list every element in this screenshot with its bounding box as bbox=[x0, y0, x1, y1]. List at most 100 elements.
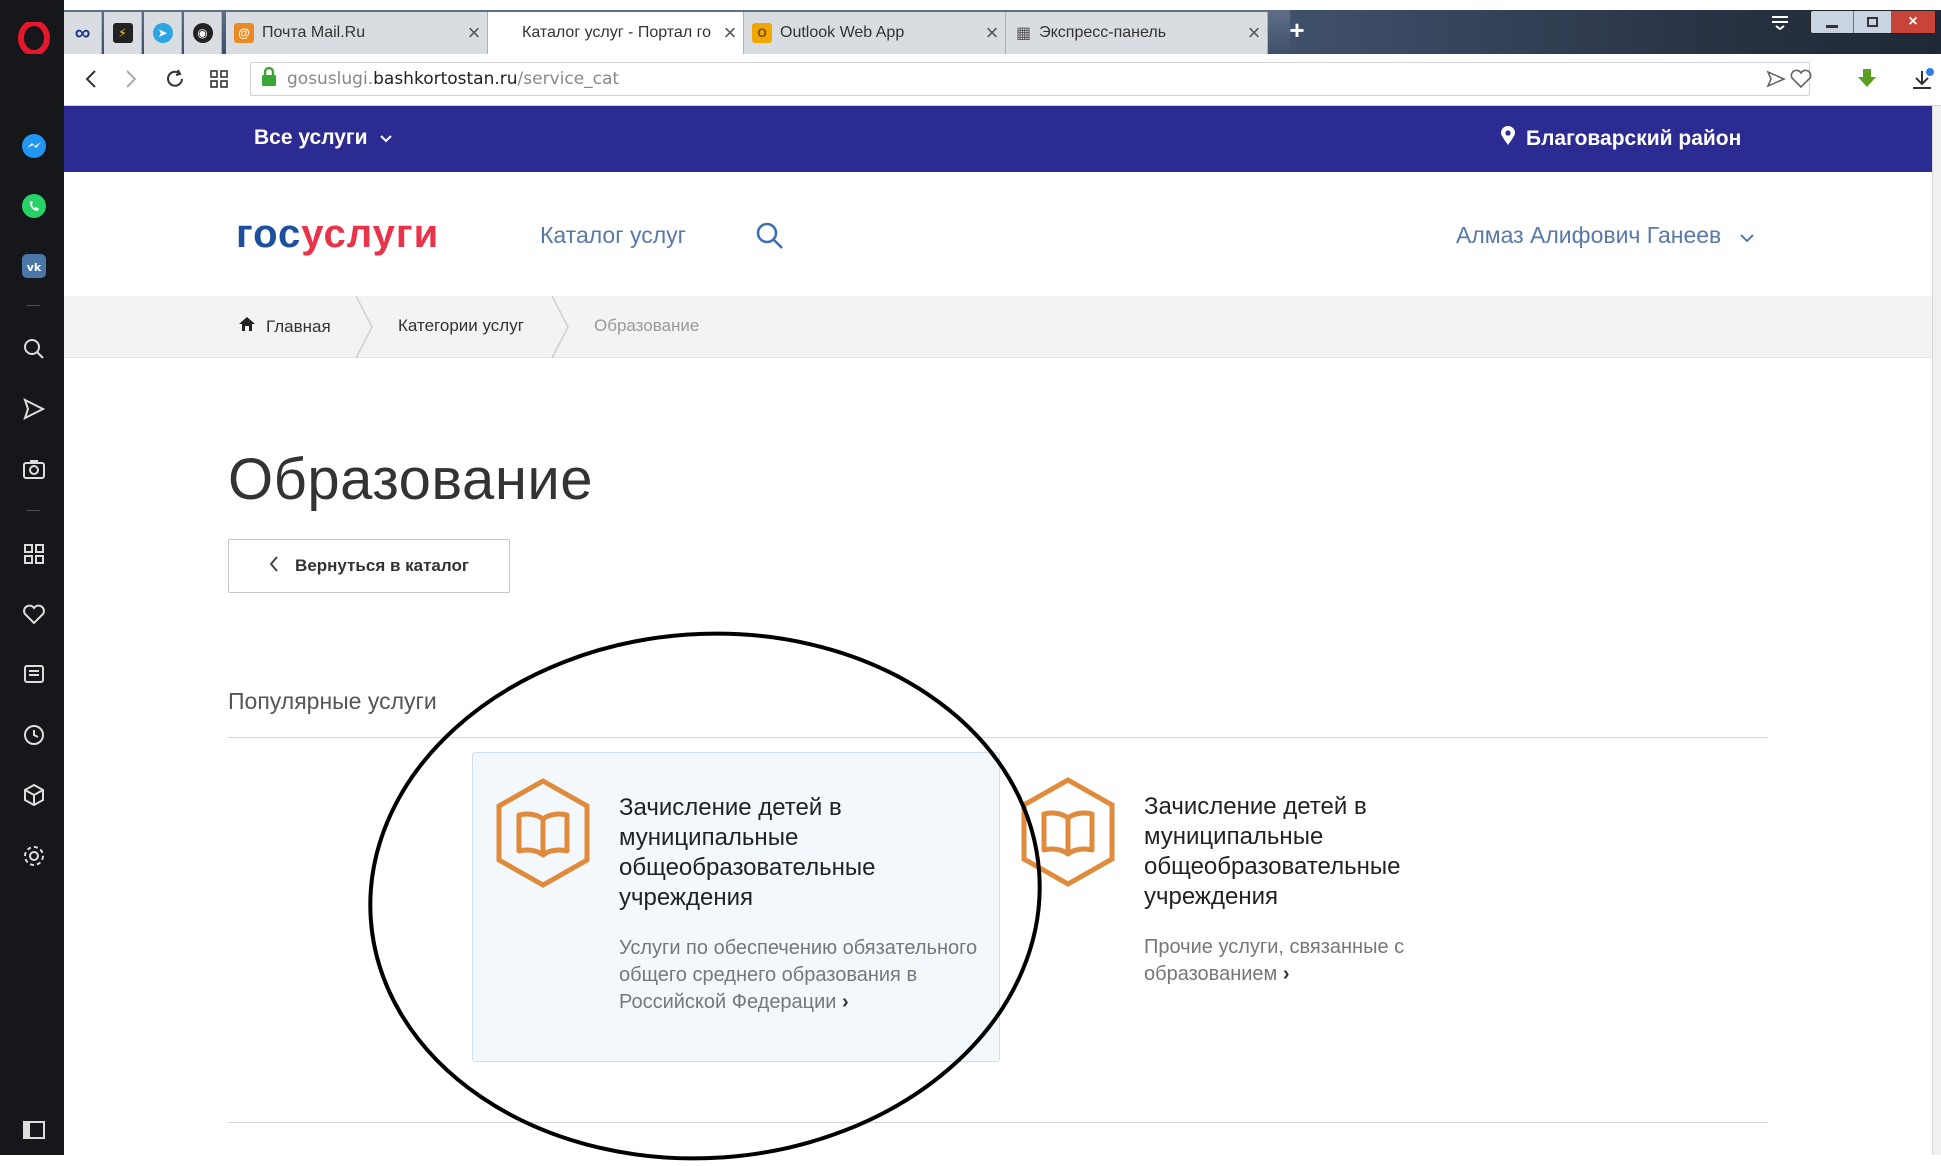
logo-gos: гос bbox=[236, 212, 302, 256]
svg-text:vk: vk bbox=[27, 261, 42, 274]
page-scrollbar[interactable] bbox=[1932, 106, 1941, 1155]
speed-dial-sidebar-icon[interactable] bbox=[20, 540, 48, 568]
top-strip: Все услуги Благоварский район bbox=[64, 106, 1932, 172]
restore-icon[interactable] bbox=[1853, 11, 1891, 33]
reload-icon[interactable] bbox=[162, 66, 188, 92]
page-title: Образование bbox=[228, 447, 593, 512]
tab-title: Почта Mail.Ru bbox=[262, 24, 366, 41]
chevron-left-icon bbox=[269, 555, 279, 578]
search-icon[interactable] bbox=[754, 220, 786, 252]
extensions-cube-icon[interactable] bbox=[20, 781, 48, 809]
heart-bookmarks-icon[interactable] bbox=[20, 600, 48, 628]
close-icon[interactable]: × bbox=[979, 22, 1005, 44]
all-services-menu[interactable]: Все услуги bbox=[254, 126, 393, 150]
url-field[interactable]: gosuslugi.bashkortostan.ru/service_cat bbox=[250, 62, 1810, 96]
user-menu[interactable]: Алмаз Алифович Ганеев bbox=[1456, 222, 1755, 249]
service-card[interactable]: Зачисление детей в муниципальные общеобр… bbox=[472, 752, 1000, 1062]
vpn-download-icon[interactable] bbox=[1856, 67, 1878, 96]
tab-mail-ru[interactable]: @ Почта Mail.Ru × bbox=[226, 12, 488, 54]
downloads-icon[interactable] bbox=[1910, 68, 1934, 97]
mail-ru-icon: @ bbox=[234, 23, 254, 43]
new-tab-plus-icon[interactable]: + bbox=[1283, 16, 1311, 44]
divider bbox=[228, 737, 1768, 738]
lightning-icon: ⚡ bbox=[112, 23, 133, 43]
address-bar: gosuslugi.bashkortostan.ru/service_cat bbox=[64, 54, 1941, 106]
bookmark-heart-icon[interactable] bbox=[1790, 69, 1812, 94]
service-card-description[interactable]: Прочие услуги, связанные с образованием … bbox=[1144, 934, 1504, 988]
record-circle-icon: ◉ bbox=[192, 23, 213, 43]
breadcrumb-separator bbox=[550, 295, 570, 359]
service-card-title[interactable]: Зачисление детей в муниципальные общеобр… bbox=[619, 793, 959, 913]
back-to-catalog-label: Вернуться в каталог bbox=[295, 556, 469, 575]
close-icon[interactable]: × bbox=[461, 22, 487, 44]
breadcrumb-categories[interactable]: Категории услуг bbox=[398, 316, 524, 336]
service-card-title[interactable]: Зачисление детей в муниципальные общеобр… bbox=[1144, 792, 1484, 912]
opera-logo-icon[interactable] bbox=[18, 20, 50, 56]
tab-express-panel[interactable]: ▦ Экспресс-панель × bbox=[1006, 12, 1268, 54]
close-icon[interactable]: × bbox=[717, 22, 743, 44]
sidebar-toggle-icon[interactable] bbox=[20, 1116, 48, 1144]
tab-title: Экспресс-панель bbox=[1039, 24, 1167, 41]
gosuslugi-logo[interactable]: госуслуги bbox=[236, 212, 439, 257]
close-window-icon[interactable]: × bbox=[1891, 11, 1935, 33]
region-label: Благоварский район bbox=[1526, 127, 1742, 150]
back-to-catalog-button[interactable]: Вернуться в каталог bbox=[228, 539, 510, 593]
all-services-label: Все услуги bbox=[254, 126, 368, 149]
settings-gear-icon[interactable] bbox=[20, 842, 48, 870]
user-name: Алмаз Алифович Ганеев bbox=[1456, 222, 1722, 248]
tab-title: Outlook Web App bbox=[780, 24, 905, 41]
chevron-right-icon: › bbox=[842, 991, 849, 1013]
pinned-tab-ok[interactable]: ◉ bbox=[184, 12, 222, 54]
breadcrumb-separator bbox=[354, 295, 374, 359]
minimize-icon[interactable] bbox=[1811, 11, 1853, 33]
pinned-tab-telegram[interactable]: ➤ bbox=[144, 12, 182, 54]
tab-catalog[interactable]: Каталог услуг - Портал го × bbox=[488, 12, 744, 54]
site-header: госуслуги Каталог услуг Алмаз Алифович Г… bbox=[64, 172, 1932, 296]
web-page: Все услуги Благоварский район госуслуги … bbox=[64, 106, 1932, 1155]
close-icon[interactable]: × bbox=[1241, 22, 1267, 44]
popular-services-heading: Популярные услуги bbox=[228, 688, 437, 714]
telegram-icon: ➤ bbox=[152, 23, 173, 43]
tab-outlook[interactable]: O Outlook Web App × bbox=[744, 12, 1006, 54]
back-nav-icon[interactable] bbox=[78, 66, 104, 92]
whatsapp-icon[interactable] bbox=[20, 192, 48, 220]
book-icon bbox=[1018, 776, 1118, 888]
chevron-down-icon bbox=[379, 126, 393, 150]
history-clock-icon[interactable] bbox=[20, 721, 48, 749]
tab-title: Каталог услуг - Портал го bbox=[522, 24, 711, 41]
chevron-down-icon bbox=[1739, 222, 1755, 249]
url-prefix: gosuslugi. bbox=[287, 69, 374, 89]
service-card-description-text: Услуги по обеспечению обязательного обще… bbox=[619, 937, 978, 1013]
opera-sidebar: vk bbox=[0, 0, 64, 1155]
service-card-description[interactable]: Услуги по обеспечению обязательного обще… bbox=[619, 935, 979, 1016]
pinned-tab-lightning[interactable]: ⚡ bbox=[104, 12, 142, 54]
vk-icon[interactable]: vk bbox=[20, 252, 48, 280]
breadcrumb-current: Образование bbox=[594, 316, 700, 335]
speed-dial-grid-icon[interactable] bbox=[206, 66, 232, 92]
flow-send-icon[interactable] bbox=[20, 395, 48, 423]
region-selector[interactable]: Благоварский район bbox=[1500, 126, 1741, 152]
url-text: gosuslugi.bashkortostan.ru/service_cat bbox=[287, 69, 619, 89]
logo-uslugi: услуги bbox=[301, 212, 440, 256]
service-card[interactable]: Зачисление детей в муниципальные общеобр… bbox=[998, 752, 1526, 1062]
send-page-icon[interactable] bbox=[1766, 69, 1786, 94]
pinned-tab-infinity[interactable]: ∞ bbox=[64, 12, 102, 54]
messenger-icon[interactable] bbox=[20, 132, 48, 160]
outlook-icon: O bbox=[752, 23, 772, 43]
breadcrumb: Главная Категории услуг Образование bbox=[64, 295, 1932, 359]
forward-nav-icon[interactable] bbox=[118, 66, 144, 92]
speed-dial-icon: ▦ bbox=[1016, 25, 1032, 42]
tab-menu-icon[interactable] bbox=[1770, 14, 1790, 31]
secure-lock-icon bbox=[261, 66, 277, 92]
location-pin-icon bbox=[1500, 126, 1516, 152]
window-controls: × bbox=[1810, 10, 1936, 34]
search-sidebar-icon[interactable] bbox=[20, 335, 48, 363]
catalog-link[interactable]: Каталог услуг bbox=[540, 222, 686, 249]
breadcrumb-home[interactable]: Главная bbox=[238, 316, 331, 337]
url-path: /service_cat bbox=[517, 69, 620, 89]
camera-snapshot-icon[interactable] bbox=[20, 455, 48, 483]
infinity-icon: ∞ bbox=[74, 20, 91, 45]
news-icon[interactable] bbox=[20, 660, 48, 688]
chevron-right-icon: › bbox=[1282, 963, 1290, 985]
service-card-description-text: Прочие услуги, связанные с образованием bbox=[1144, 936, 1405, 985]
